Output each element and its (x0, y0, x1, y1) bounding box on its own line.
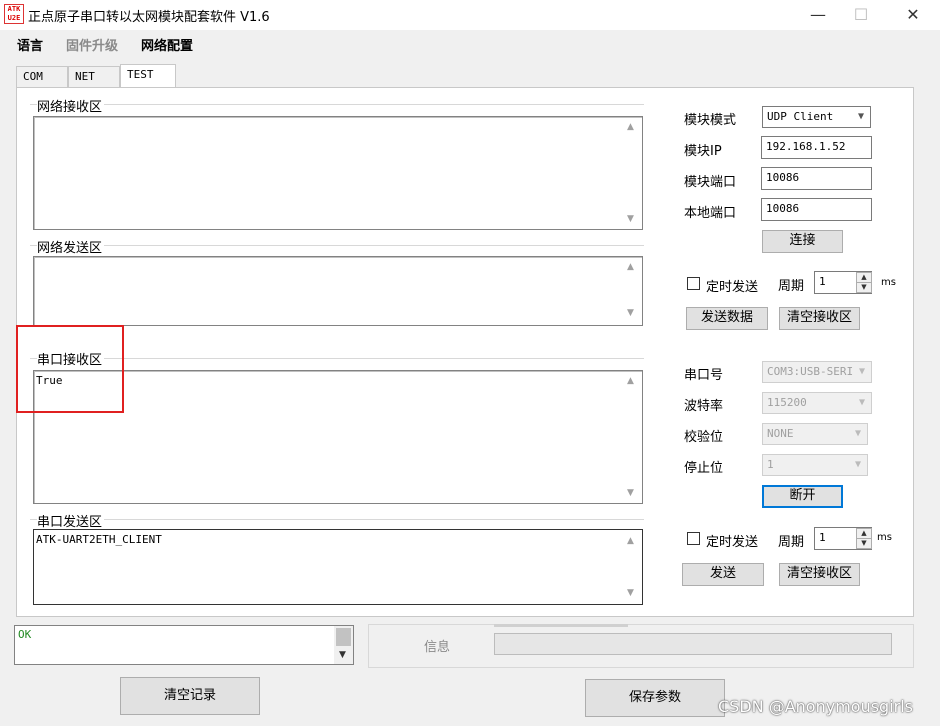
serial-clear-receive-button[interactable]: 清空接收区 (779, 563, 860, 586)
baud-rate-label: 波特率 (684, 399, 724, 414)
network-send-textarea[interactable] (33, 256, 643, 326)
tab-test[interactable]: TEST (120, 64, 176, 88)
serial-port-value: COM3:USB-SERI (767, 365, 854, 378)
network-receive-label: 网络接收区 (37, 96, 105, 115)
baud-rate-select[interactable]: 115200 ▼ (762, 392, 872, 414)
scroll-down-icon[interactable]: ▼ (627, 588, 634, 598)
module-ip-label: 模块IP (684, 144, 722, 159)
menu-firmware-upgrade[interactable]: 固件升级 (66, 35, 118, 54)
scroll-down-icon[interactable]: ▼ (627, 308, 634, 318)
scroll-up-icon[interactable]: ▲ (627, 262, 634, 272)
minimize-button[interactable]: — (795, 0, 841, 30)
chevron-down-icon: ▼ (854, 459, 861, 470)
menu-language[interactable]: 语言 (17, 35, 43, 54)
log-scroll-thumb[interactable] (336, 628, 351, 646)
scroll-up-icon[interactable]: ▲ (627, 122, 634, 132)
parity-value: NONE (767, 427, 794, 440)
network-send-label: 网络发送区 (37, 237, 105, 256)
group-line (30, 245, 644, 246)
send-data-button[interactable]: 发送数据 (686, 307, 768, 330)
info-label: 信息 (424, 640, 451, 655)
local-port-label: 本地端口 (684, 206, 737, 221)
maximize-button[interactable]: ☐ (838, 0, 884, 30)
network-period-unit: ms (881, 277, 896, 288)
network-clear-receive-button[interactable]: 清空接收区 (779, 307, 860, 330)
serial-send-textarea[interactable]: ATK-UART2ETH_CLIENT (33, 529, 643, 605)
network-timed-send-checkbox[interactable] (687, 277, 700, 290)
module-mode-value: UDP Client (767, 110, 834, 123)
stop-bits-label: 停止位 (684, 461, 724, 476)
close-button[interactable]: ✕ (890, 0, 936, 30)
scroll-up-icon[interactable]: ▲ (627, 376, 634, 386)
parity-select[interactable]: NONE ▼ (762, 423, 868, 445)
window-title: 正点原子串口转以太网模块配套软件 V1.6 (28, 10, 270, 25)
serial-receive-textarea[interactable]: True (33, 370, 643, 504)
info-group-line (494, 624, 628, 627)
tab-net[interactable]: NET (68, 66, 120, 88)
disconnect-button[interactable]: 断开 (762, 485, 843, 508)
scroll-down-icon[interactable]: ▼ (339, 650, 346, 660)
watermark: CSDN @Anonymousgirls (718, 697, 913, 716)
parity-label: 校验位 (684, 430, 724, 445)
spin-down-icon[interactable]: ▼ (856, 282, 872, 293)
info-progress-bar (494, 633, 892, 655)
local-port-input[interactable]: 10086 (761, 198, 872, 221)
serial-timed-send-checkbox[interactable] (687, 532, 700, 545)
module-port-label: 模块端口 (684, 175, 737, 190)
scroll-down-icon[interactable]: ▼ (627, 488, 634, 498)
module-mode-select[interactable]: UDP Client ▼ (762, 106, 871, 128)
chevron-down-icon: ▼ (854, 428, 861, 439)
stop-bits-select[interactable]: 1 ▼ (762, 454, 868, 476)
chevron-down-icon: ▼ (858, 397, 865, 408)
highlight-box (16, 325, 124, 413)
clear-log-button[interactable]: 清空记录 (120, 677, 260, 715)
tab-com[interactable]: COM (16, 66, 68, 88)
network-period-label: 周期 (778, 279, 805, 294)
group-line (30, 104, 644, 105)
scroll-up-icon[interactable]: ▲ (627, 536, 634, 546)
network-timed-send-label: 定时发送 (706, 280, 759, 295)
chevron-down-icon: ▼ (858, 366, 865, 377)
module-mode-label: 模块模式 (684, 113, 737, 128)
app-logo-icon: ATK U2E (4, 4, 24, 24)
serial-period-unit: ms (877, 532, 892, 543)
module-port-input[interactable]: 10086 (761, 167, 872, 190)
module-ip-input[interactable]: 192.168.1.52 (761, 136, 872, 159)
connect-button[interactable]: 连接 (762, 230, 843, 253)
serial-timed-send-label: 定时发送 (706, 535, 759, 550)
baud-rate-value: 115200 (767, 396, 807, 409)
serial-period-label: 周期 (778, 535, 805, 550)
stop-bits-value: 1 (767, 458, 774, 471)
serial-port-select[interactable]: COM3:USB-SERI ▼ (762, 361, 872, 383)
send-button[interactable]: 发送 (682, 563, 764, 586)
group-line (30, 519, 644, 520)
chevron-down-icon: ▼ (857, 111, 864, 122)
log-textarea[interactable]: OK (14, 625, 354, 665)
serial-port-label: 串口号 (684, 368, 724, 383)
scroll-down-icon[interactable]: ▼ (627, 214, 634, 224)
menu-network-config[interactable]: 网络配置 (141, 35, 193, 54)
save-params-button[interactable]: 保存参数 (585, 679, 725, 717)
spin-down-icon[interactable]: ▼ (856, 538, 872, 549)
serial-send-label: 串口发送区 (37, 511, 105, 530)
network-receive-textarea[interactable] (33, 116, 643, 230)
